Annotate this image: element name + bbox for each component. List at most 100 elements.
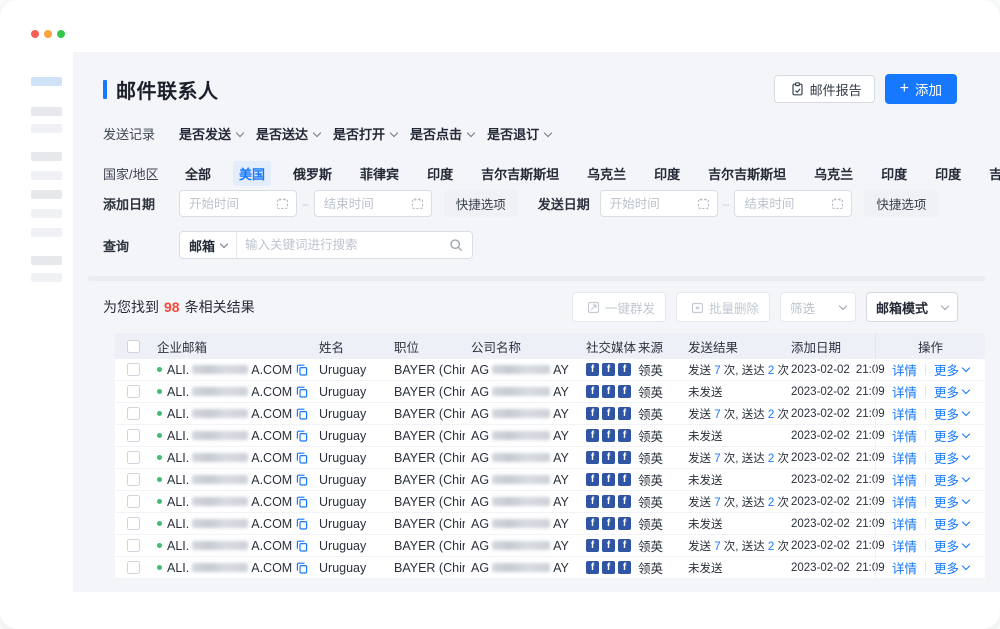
facebook-icon[interactable]: f bbox=[586, 451, 599, 464]
facebook-icon[interactable]: f bbox=[586, 407, 599, 420]
facebook-icon[interactable]: f bbox=[618, 517, 631, 530]
country-tag[interactable]: 美国 bbox=[233, 161, 271, 186]
facebook-icon[interactable]: f bbox=[602, 451, 615, 464]
query-field-select[interactable]: 邮箱 bbox=[180, 232, 237, 258]
add-button[interactable]: + 添加 bbox=[885, 74, 957, 104]
row-detail-link[interactable]: 详情 bbox=[892, 536, 917, 555]
window-close-control[interactable] bbox=[31, 30, 39, 38]
window-maximize-control[interactable] bbox=[57, 30, 65, 38]
facebook-icon[interactable]: f bbox=[586, 539, 599, 552]
send-filter-dropdown[interactable]: 是否发送 bbox=[179, 124, 243, 143]
row-checkbox[interactable] bbox=[127, 539, 140, 552]
row-more-link[interactable]: 更多 bbox=[934, 360, 969, 379]
row-checkbox[interactable] bbox=[127, 385, 140, 398]
facebook-icon[interactable]: f bbox=[618, 363, 631, 376]
row-more-link[interactable]: 更多 bbox=[934, 426, 969, 445]
country-tag[interactable]: 吉尔吉斯斯坦 bbox=[983, 161, 1000, 186]
row-detail-link[interactable]: 详情 bbox=[892, 470, 917, 489]
country-tag[interactable]: 吉尔吉斯斯坦 bbox=[702, 161, 792, 186]
copy-icon[interactable] bbox=[296, 430, 308, 442]
row-detail-link[interactable]: 详情 bbox=[892, 360, 917, 379]
add-date-end-input[interactable] bbox=[324, 197, 407, 211]
copy-icon[interactable] bbox=[296, 496, 308, 508]
search-input[interactable] bbox=[237, 238, 449, 252]
send-filter-dropdown[interactable]: 是否退订 bbox=[487, 124, 551, 143]
row-checkbox[interactable] bbox=[127, 561, 140, 574]
row-more-link[interactable]: 更多 bbox=[934, 492, 969, 511]
row-more-link[interactable]: 更多 bbox=[934, 448, 969, 467]
row-detail-link[interactable]: 详情 bbox=[892, 514, 917, 533]
facebook-icon[interactable]: f bbox=[618, 561, 631, 574]
row-detail-link[interactable]: 详情 bbox=[892, 404, 917, 423]
copy-icon[interactable] bbox=[296, 386, 308, 398]
row-detail-link[interactable]: 详情 bbox=[892, 426, 917, 445]
send-date-start-input[interactable] bbox=[610, 197, 693, 211]
facebook-icon[interactable]: f bbox=[602, 517, 615, 530]
send-date-end-input[interactable] bbox=[744, 197, 827, 211]
row-detail-link[interactable]: 详情 bbox=[892, 382, 917, 401]
filter-select[interactable]: 筛选 bbox=[780, 292, 856, 322]
country-tag[interactable]: 印度 bbox=[648, 161, 686, 186]
facebook-icon[interactable]: f bbox=[602, 385, 615, 398]
copy-icon[interactable] bbox=[296, 562, 308, 574]
bulk-delete-button[interactable]: 批量删除 bbox=[676, 292, 770, 322]
bulk-send-button[interactable]: 一键群发 bbox=[572, 292, 666, 322]
row-detail-link[interactable]: 详情 bbox=[892, 492, 917, 511]
send-filter-dropdown[interactable]: 是否送达 bbox=[256, 124, 320, 143]
row-checkbox[interactable] bbox=[127, 495, 140, 508]
facebook-icon[interactable]: f bbox=[602, 407, 615, 420]
country-tag[interactable]: 印度 bbox=[929, 161, 967, 186]
mailbox-mode-select[interactable]: 邮箱模式 bbox=[866, 292, 958, 322]
facebook-icon[interactable]: f bbox=[618, 429, 631, 442]
row-checkbox[interactable] bbox=[127, 451, 140, 464]
row-checkbox[interactable] bbox=[127, 363, 140, 376]
country-tag[interactable]: 乌克兰 bbox=[808, 161, 859, 186]
facebook-icon[interactable]: f bbox=[586, 561, 599, 574]
facebook-icon[interactable]: f bbox=[618, 539, 631, 552]
send-filter-dropdown[interactable]: 是否点击 bbox=[410, 124, 474, 143]
window-minimize-control[interactable] bbox=[44, 30, 52, 38]
mail-report-button[interactable]: 邮件报告 bbox=[774, 75, 875, 103]
row-more-link[interactable]: 更多 bbox=[934, 404, 969, 423]
facebook-icon[interactable]: f bbox=[618, 407, 631, 420]
facebook-icon[interactable]: f bbox=[586, 385, 599, 398]
facebook-icon[interactable]: f bbox=[602, 473, 615, 486]
facebook-icon[interactable]: f bbox=[602, 495, 615, 508]
row-more-link[interactable]: 更多 bbox=[934, 470, 969, 489]
add-date-quick-button[interactable]: 快捷选项 bbox=[444, 190, 518, 217]
send-date-quick-button[interactable]: 快捷选项 bbox=[864, 190, 938, 217]
row-checkbox[interactable] bbox=[127, 473, 140, 486]
facebook-icon[interactable]: f bbox=[618, 385, 631, 398]
facebook-icon[interactable]: f bbox=[618, 473, 631, 486]
facebook-icon[interactable]: f bbox=[602, 539, 615, 552]
country-tag[interactable]: 印度 bbox=[875, 161, 913, 186]
send-filter-dropdown[interactable]: 是否打开 bbox=[333, 124, 397, 143]
facebook-icon[interactable]: f bbox=[602, 429, 615, 442]
row-detail-link[interactable]: 详情 bbox=[892, 448, 917, 467]
copy-icon[interactable] bbox=[296, 518, 308, 530]
facebook-icon[interactable]: f bbox=[586, 363, 599, 376]
country-tag[interactable]: 印度 bbox=[421, 161, 459, 186]
copy-icon[interactable] bbox=[296, 452, 308, 464]
country-tag[interactable]: 全部 bbox=[179, 161, 217, 186]
country-tag[interactable]: 乌克兰 bbox=[581, 161, 632, 186]
copy-icon[interactable] bbox=[296, 364, 308, 376]
row-checkbox[interactable] bbox=[127, 517, 140, 530]
facebook-icon[interactable]: f bbox=[586, 429, 599, 442]
facebook-icon[interactable]: f bbox=[602, 561, 615, 574]
facebook-icon[interactable]: f bbox=[618, 495, 631, 508]
row-more-link[interactable]: 更多 bbox=[934, 382, 969, 401]
select-all-checkbox[interactable] bbox=[127, 340, 140, 353]
facebook-icon[interactable]: f bbox=[586, 495, 599, 508]
facebook-icon[interactable]: f bbox=[586, 473, 599, 486]
row-more-link[interactable]: 更多 bbox=[934, 536, 969, 555]
facebook-icon[interactable]: f bbox=[586, 517, 599, 530]
row-checkbox[interactable] bbox=[127, 429, 140, 442]
country-tag[interactable]: 菲律宾 bbox=[354, 161, 405, 186]
copy-icon[interactable] bbox=[296, 408, 308, 420]
copy-icon[interactable] bbox=[296, 474, 308, 486]
facebook-icon[interactable]: f bbox=[602, 363, 615, 376]
row-more-link[interactable]: 更多 bbox=[934, 558, 969, 577]
row-detail-link[interactable]: 详情 bbox=[892, 558, 917, 577]
country-tag[interactable]: 吉尔吉斯斯坦 bbox=[475, 161, 565, 186]
